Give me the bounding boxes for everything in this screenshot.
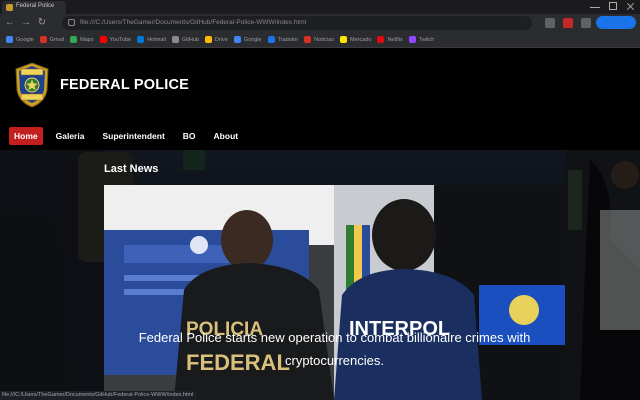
bookmark-item[interactable]: YouTube	[99, 36, 132, 43]
bookmark-favicon-icon	[99, 36, 107, 43]
bookmark-favicon-icon	[39, 36, 47, 43]
bookmark-item[interactable]: Drive	[204, 36, 228, 43]
bookmark-label: Gmail	[49, 36, 65, 43]
nav-link-about[interactable]: About	[209, 127, 244, 145]
nav-link-superintendent[interactable]: Superintendent	[97, 127, 169, 145]
bookmark-item[interactable]: Google	[6, 36, 34, 43]
browser-toolbar: ← → ↻ file:///C:/Users/TheGamer/Document…	[0, 14, 640, 32]
news-caption[interactable]: Federal Police starts new operation to c…	[104, 326, 565, 372]
extension-icon[interactable]	[563, 18, 573, 28]
window-controls	[590, 2, 636, 11]
minimize-icon[interactable]	[590, 2, 600, 8]
extension-icon[interactable]	[545, 18, 555, 28]
tab-favicon-icon	[6, 4, 13, 11]
bookmark-favicon-icon	[304, 36, 312, 43]
bookmark-favicon-icon	[377, 36, 385, 43]
browser-tabstrip: Federal Police	[0, 0, 640, 14]
bookmark-favicon-icon	[171, 36, 179, 43]
bookmark-item[interactable]: GitHub	[171, 36, 199, 43]
bookmark-label: Google	[243, 36, 262, 43]
address-bar[interactable]: file:///C:/Users/TheGamer/Documents/GitH…	[62, 16, 532, 30]
bookmark-label: Hotmail	[147, 36, 166, 43]
bookmark-item[interactable]: Mercado	[340, 36, 371, 43]
bookmark-item[interactable]: Netflix	[377, 36, 403, 43]
bookmark-favicon-icon	[340, 36, 348, 43]
main-nav: Home Galeria Superintendent BO About	[9, 127, 251, 145]
bookmark-label: Netflix	[387, 36, 403, 43]
maximize-icon[interactable]	[609, 2, 617, 10]
bookmark-label: Notícias	[314, 36, 335, 43]
bookmark-item[interactable]: Maps	[70, 36, 94, 43]
bookmark-label: Tradutor	[277, 36, 299, 43]
profile-button[interactable]	[596, 16, 636, 29]
bookmark-label: YouTube	[109, 36, 132, 43]
file-icon	[68, 19, 75, 26]
bookmark-item[interactable]: Notícias	[304, 36, 334, 43]
bookmark-favicon-icon	[267, 36, 275, 43]
bookmark-item[interactable]: Tradutor	[267, 36, 299, 43]
forward-arrow-icon[interactable]: →	[20, 17, 32, 29]
address-url[interactable]: file:///C:/Users/TheGamer/Documents/GitH…	[80, 19, 306, 26]
bookmark-favicon-icon	[70, 36, 78, 43]
bookmark-item[interactable]: Hotmail	[137, 36, 166, 43]
bookmark-label: Drive	[214, 36, 228, 43]
site-title[interactable]: FEDERAL POLICE	[60, 77, 189, 93]
federal-police-badge-logo[interactable]	[14, 62, 50, 108]
nav-link-home[interactable]: Home	[9, 127, 43, 145]
close-icon[interactable]	[626, 2, 636, 11]
nav-link-galeria[interactable]: Galeria	[51, 127, 90, 145]
bookmark-item[interactable]: Twitch	[408, 36, 435, 43]
bookmark-favicon-icon	[233, 36, 241, 43]
bookmark-favicon-icon	[204, 36, 212, 43]
bookmark-item[interactable]: Google	[233, 36, 262, 43]
bookmark-label: Maps	[80, 36, 94, 43]
bookmark-favicon-icon	[408, 36, 416, 43]
reload-icon[interactable]: ↻	[36, 17, 48, 29]
extension-icons	[545, 18, 591, 28]
bookmark-label: Twitch	[418, 36, 435, 43]
bookmark-favicon-icon	[6, 36, 13, 43]
news-heading: Last News	[104, 163, 159, 175]
bookmark-favicon-icon	[137, 36, 145, 43]
nav-link-bo[interactable]: BO	[178, 127, 201, 145]
bookmark-label: Google	[16, 36, 34, 43]
extension-icon[interactable]	[581, 18, 591, 28]
status-bar: file:///C:/Users/TheGamer/Documents/GitH…	[0, 391, 198, 400]
bookmarks-bar: Google Gmail Maps YouTube Hotmail GitHub Drive…	[0, 32, 640, 48]
tab-title: Federal Police	[16, 3, 55, 9]
bookmark-label: Mercado	[350, 36, 372, 43]
bookmark-item[interactable]: Gmail	[39, 36, 65, 43]
browser-tab[interactable]: Federal Police	[2, 1, 66, 14]
bookmark-label: GitHub	[181, 36, 199, 43]
back-arrow-icon[interactable]: ←	[4, 17, 16, 29]
